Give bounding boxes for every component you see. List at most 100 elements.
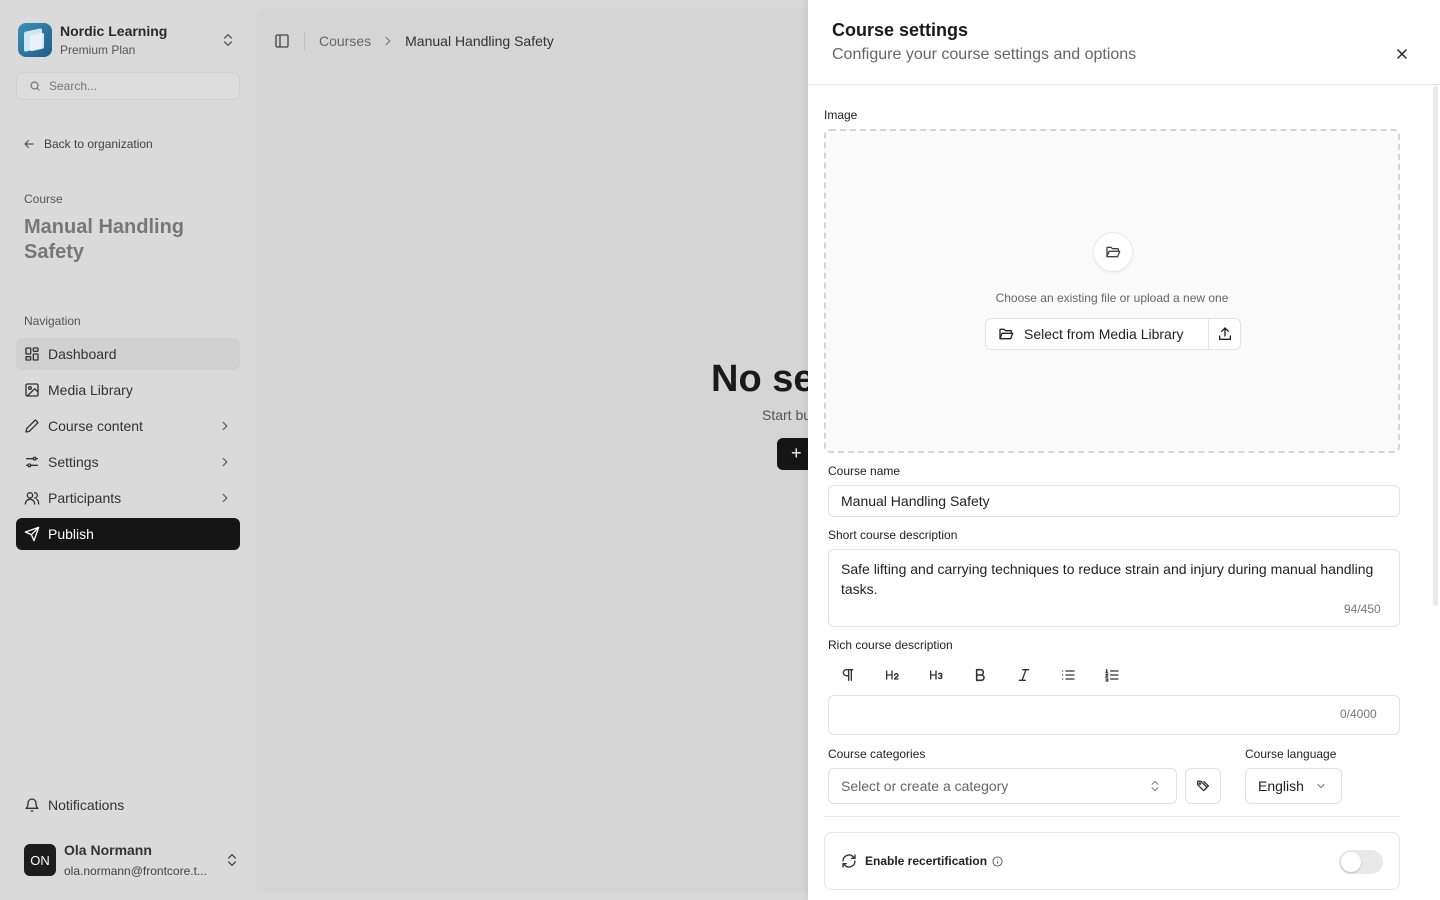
upload-button[interactable] — [1208, 318, 1241, 350]
sidebar-item-dashboard[interactable]: Dashboard — [16, 338, 240, 370]
avatar: ON — [24, 844, 56, 876]
sidebar-toggle-icon[interactable] — [274, 33, 290, 49]
navigation-label: Navigation — [24, 314, 81, 328]
sidebar-item-label: Course content — [48, 418, 143, 434]
bell-icon — [25, 798, 39, 812]
users-icon — [24, 492, 40, 505]
language-label: Course language — [1245, 747, 1337, 761]
sidebar-item-label: Media Library — [48, 382, 133, 398]
sidebar-nav: Dashboard Media Library Course content S… — [16, 338, 240, 554]
categories-label: Course categories — [828, 747, 926, 761]
bold-button[interactable] — [968, 663, 1012, 687]
search-box[interactable] — [16, 72, 240, 100]
close-icon[interactable] — [1394, 46, 1410, 62]
send-icon — [24, 526, 40, 542]
chevrons-up-down-icon — [224, 34, 232, 46]
short-description-textarea[interactable]: Safe lifting and carrying techniques to … — [828, 549, 1400, 627]
org-plan: Premium Plan — [60, 42, 136, 57]
divider — [824, 816, 1400, 817]
image-label: Image — [824, 108, 858, 122]
rich-description-counter: 0/4000 — [1340, 707, 1377, 721]
recertification-label: Enable recertification — [865, 854, 988, 868]
notifications-label: Notifications — [48, 797, 125, 813]
chevrons-up-down-icon — [1151, 780, 1159, 792]
image-dropzone[interactable]: Choose an existing file or upload a new … — [824, 129, 1400, 453]
italic-button[interactable] — [1012, 663, 1056, 687]
italic-icon — [1018, 669, 1030, 681]
heading-2-icon — [886, 670, 899, 680]
paragraph-icon — [842, 669, 854, 681]
sidebar: Nordic Learning Premium Plan Back to org… — [0, 0, 256, 900]
user-menu[interactable]: ON Ola Normann ola.normann@frontcore.t..… — [24, 840, 240, 880]
sidebar-item-publish[interactable]: Publish — [16, 518, 240, 550]
language-select[interactable]: English — [1245, 768, 1342, 804]
short-description-label: Short course description — [828, 528, 958, 542]
breadcrumb-current: Manual Handling Safety — [405, 33, 554, 49]
bullet-list-icon — [1062, 670, 1075, 680]
empty-state-title: No se — [711, 358, 815, 400]
chevron-right-icon — [222, 457, 228, 467]
recertification-toggle[interactable] — [1339, 850, 1383, 874]
numbered-list-button[interactable] — [1100, 663, 1144, 687]
numbered-list-icon — [1104, 669, 1119, 682]
org-logo — [18, 23, 52, 57]
org-switcher[interactable]: Nordic Learning Premium Plan — [16, 20, 240, 60]
sidebar-item-label: Participants — [48, 490, 122, 506]
rich-description-label: Rich course description — [828, 638, 953, 652]
user-email: ola.normann@frontcore.t... — [64, 863, 207, 878]
user-name: Ola Normann — [64, 841, 152, 858]
sidebar-item-label: Dashboard — [48, 346, 117, 362]
back-label: Back to organization — [44, 137, 153, 151]
back-to-organization-link[interactable]: Back to organization — [22, 137, 153, 151]
chevrons-up-down-icon — [228, 854, 236, 866]
image-icon — [25, 383, 39, 397]
folder-badge — [1093, 232, 1133, 272]
sliders-icon — [26, 456, 38, 468]
arrow-left-icon — [24, 139, 34, 149]
dropzone-text: Choose an existing file or upload a new … — [995, 291, 1229, 305]
category-select[interactable]: Select or create a category — [828, 768, 1177, 804]
chevron-right-icon — [222, 493, 228, 503]
refresh-icon — [842, 854, 856, 868]
heading-2-button[interactable] — [880, 663, 924, 687]
divider — [304, 32, 305, 50]
chevron-right-icon — [385, 36, 391, 46]
upload-icon — [1218, 327, 1231, 340]
topbar: Courses Manual Handling Safety — [274, 32, 554, 50]
sidebar-item-media-library[interactable]: Media Library — [16, 374, 240, 406]
select-from-media-library-button[interactable]: Select from Media Library — [985, 318, 1209, 350]
sidebar-item-label: Publish — [48, 526, 94, 542]
recertification-row: Enable recertification — [824, 832, 1400, 890]
category-placeholder: Select or create a category — [841, 778, 1009, 794]
heading-3-icon — [930, 670, 943, 680]
course-label: Course — [24, 192, 63, 206]
bullet-list-button[interactable] — [1056, 663, 1100, 687]
chevron-down-icon — [1317, 783, 1325, 789]
rich-text-toolbar — [836, 663, 1144, 687]
tags-icon — [1197, 780, 1209, 792]
empty-state-subtitle: Start bu — [762, 407, 812, 423]
heading-3-button[interactable] — [924, 663, 968, 687]
dashboard-icon — [25, 347, 39, 361]
course-name-input[interactable] — [828, 485, 1400, 517]
panel-subtitle: Configure your course settings and optio… — [832, 46, 1137, 63]
org-name: Nordic Learning — [60, 22, 168, 39]
panel-header: Course settings Configure your course se… — [808, 0, 1440, 85]
folder-open-icon — [999, 328, 1014, 340]
search-input[interactable] — [49, 79, 229, 93]
notifications-link[interactable]: Notifications — [24, 797, 124, 813]
sidebar-item-course-content[interactable]: Course content — [16, 410, 240, 442]
media-button-label: Select from Media Library — [1024, 326, 1184, 342]
rich-description-editor[interactable] — [828, 695, 1400, 735]
folder-open-icon — [1106, 246, 1121, 258]
scrollbar[interactable] — [1433, 86, 1438, 606]
sidebar-item-settings[interactable]: Settings — [16, 446, 240, 478]
breadcrumb-courses[interactable]: Courses — [319, 33, 371, 49]
manage-categories-button[interactable] — [1185, 768, 1221, 804]
course-name-label: Course name — [828, 464, 901, 478]
sidebar-item-participants[interactable]: Participants — [16, 482, 240, 514]
paragraph-button[interactable] — [836, 663, 880, 687]
course-settings-panel: Course settings Configure your course se… — [808, 0, 1440, 900]
short-description-text: Safe lifting and carrying techniques to … — [841, 561, 1374, 597]
info-icon[interactable] — [992, 855, 1003, 867]
